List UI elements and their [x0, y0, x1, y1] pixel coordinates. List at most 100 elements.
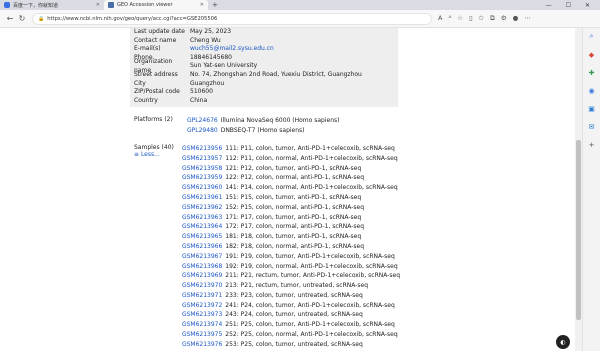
favorites-list-icon[interactable]: ✩ — [479, 14, 484, 23]
games-icon[interactable]: ◉ — [588, 87, 594, 95]
platforms-section: Platforms (2) GPL24676 Illumina NovaSeq 6… — [130, 116, 400, 136]
contact-value: Sun Yat-sen University — [190, 62, 258, 70]
sample-accession-link[interactable]: GSM6213956 — [182, 145, 222, 152]
contact-row: Country China — [134, 97, 398, 106]
refresh-icon[interactable]: ↻ — [16, 14, 28, 23]
sample-accession-link[interactable]: GSM6213964 — [182, 223, 222, 230]
item-description: Illumina NovaSeq 6000 (Homo sapiens) — [220, 117, 340, 125]
sample-accession-link[interactable]: GSM6213961 — [182, 194, 222, 201]
sample-row: GSM6213957 112: P11, colon, normal, Anti-… — [182, 154, 400, 164]
close-tab-icon[interactable]: ✕ — [96, 2, 100, 8]
samples-label: Samples (40) — [134, 143, 174, 151]
split-screen-icon[interactable]: ▯ — [469, 14, 473, 23]
sample-accession-link[interactable]: GSM6213974 — [182, 321, 222, 328]
sample-accession-link[interactable]: GSM6213969 — [182, 272, 222, 279]
profile-icon[interactable]: ● — [513, 14, 519, 23]
item-description: 251: P25, colon, tumor, Anti-PD-1+celeco… — [225, 321, 395, 329]
sample-row: GSM6213956 111: P11, colon, tumor, Anti-P… — [182, 144, 400, 154]
contact-key: ZIP/Postal code — [134, 88, 180, 96]
font-icon[interactable]: ᴬ — [448, 14, 451, 23]
item-description: 111: P11, colon, tumor, Anti-PD-1+celeco… — [225, 144, 395, 152]
sample-row: GSM6213973 243: P24, colon, tumor, untrea… — [182, 310, 400, 320]
contact-row: Last update date May 25, 2023 — [134, 28, 398, 37]
contact-value: No. 74, Zhongshan 2nd Road, Yuexiu Distr… — [190, 70, 362, 78]
less-link[interactable]: ≡ Less... — [134, 151, 182, 158]
sample-row: GSM6213975 252: P25, colon, normal, Anti-… — [182, 330, 400, 340]
collections-icon[interactable]: ⧉ — [490, 14, 495, 23]
vertical-scrollbar[interactable] — [575, 28, 582, 351]
floating-action-icon[interactable]: ◐ — [556, 335, 570, 349]
more-icon[interactable]: ⋯ — [524, 14, 531, 23]
outlook-icon[interactable]: ✉ — [589, 123, 595, 131]
maximize-icon[interactable]: ☐ — [566, 2, 571, 9]
sample-accession-link[interactable]: GSM6213976 — [182, 341, 222, 348]
shopping-icon[interactable]: ◆ — [589, 51, 594, 59]
sample-accession-link[interactable]: GSM6213967 — [182, 253, 222, 260]
email-link[interactable]: wuch55@mail2.sysu.edu.cn — [190, 45, 274, 54]
platforms-label: Platforms (2) — [134, 116, 173, 124]
minimize-icon[interactable]: — — [546, 2, 552, 9]
sample-accession-link[interactable]: GSM6213968 — [182, 263, 222, 270]
contact-key: Contact name — [134, 36, 177, 44]
extensions-icon[interactable]: ⚙ — [501, 14, 507, 23]
browser-toolbar: ← ↻ 🔒 https://www.ncbi.nlm.nih.gov/geo/q… — [0, 10, 600, 28]
samples-section: Samples (40) ≡ Less... GSM6213956 111: P1… — [130, 144, 400, 351]
new-tab-icon[interactable]: + — [212, 1, 218, 9]
contact-key: Country — [134, 96, 158, 104]
contact-key: Last update date — [134, 28, 185, 35]
contact-row: Street address No. 74, Zhongshan 2nd Road… — [134, 71, 398, 80]
sample-row: GSM6213976 253: P25, colon, tumor, untrea… — [182, 340, 400, 350]
sample-accession-link[interactable]: GSM6213962 — [182, 204, 222, 211]
read-aloud-icon[interactable]: A — [438, 14, 442, 23]
sample-accession-link[interactable]: GSM6213959 — [182, 174, 222, 181]
close-tab-icon[interactable]: ✕ — [200, 2, 204, 8]
sample-accession-link[interactable]: GSM6213966 — [182, 243, 222, 250]
item-description: 192: P19, colon, normal, Anti-PD-1+celec… — [225, 262, 398, 270]
favorite-icon[interactable]: ☆ — [457, 14, 463, 23]
sample-row: GSM6213959 122: P12, colon, normal, anti-… — [182, 173, 400, 183]
sample-row: GSM6213968 192: P19, colon, normal, Anti-… — [182, 262, 400, 272]
sample-accession-link[interactable]: GSM6213971 — [182, 292, 222, 299]
sample-accession-link[interactable]: GSM6213958 — [182, 165, 222, 172]
office-icon[interactable]: ▣ — [588, 105, 595, 113]
contact-panel: Last update date May 25, 2023 Contact name… — [130, 28, 398, 108]
contact-value: Cheng Wu — [190, 36, 221, 44]
sample-accession-link[interactable]: GSM6213960 — [182, 184, 222, 191]
item-description: 152: P15, colon, normal, anti-PD-1, scRN… — [225, 203, 365, 211]
item-description: 253: P25, colon, tumor, untreated, scRNA… — [225, 340, 363, 348]
tools-icon[interactable]: ✚ — [589, 69, 595, 77]
close-window-icon[interactable]: ✕ — [585, 2, 590, 9]
sample-row: GSM6213963 171: P17, colon, tumor, anti-P… — [182, 213, 400, 223]
item-description: 211: P21, rectum, tumor, Anti-PD-1+celec… — [225, 272, 400, 280]
sample-accession-link[interactable]: GSM6213957 — [182, 155, 222, 162]
item-description: 112: P11, colon, normal, Anti-PD-1+celec… — [225, 154, 398, 162]
sample-list: GSM6213956 111: P11, colon, tumor, Anti-P… — [182, 144, 400, 351]
tab-geo[interactable]: GEO Accession viewer ✕ — [104, 0, 208, 10]
add-icon[interactable]: + — [589, 141, 595, 149]
sample-row: GSM6213971 233: P23, colon, tumor, untrea… — [182, 291, 400, 301]
edge-sidebar: ⌕ ◆ ✚ ◉ ▣ ✉ + — [582, 28, 600, 351]
tab-baidu[interactable]: 百度一下，你就知道 ✕ — [0, 0, 104, 10]
sample-accession-link[interactable]: GSM6213963 — [182, 214, 222, 221]
search-icon[interactable]: ⌕ — [590, 32, 594, 41]
sample-accession-link[interactable]: GSM6213972 — [182, 302, 222, 309]
platform-accession-link[interactable]: GPL29480 — [187, 127, 218, 134]
sample-row: GSM6213960 141: P14, colon, normal, Anti-… — [182, 183, 400, 193]
toolbar-icons: A ᴬ ☆ ▯ ✩ ⧉ ⚙ ● ⋯ — [438, 14, 531, 23]
sample-accession-link[interactable]: GSM6213973 — [182, 311, 222, 318]
samples-label-block: Samples (40) ≡ Less... — [134, 144, 182, 351]
sample-accession-link[interactable]: GSM6213965 — [182, 233, 222, 240]
item-description: 241: P24, colon, tumor, Anti-PD-1+celeco… — [225, 301, 395, 309]
contact-value: 18846145680 — [190, 53, 232, 61]
item-description: 172: P17, colon, normal, anti-PD-1, scRN… — [225, 223, 365, 231]
sample-accession-link[interactable]: GSM6213975 — [182, 331, 222, 338]
sample-row: GSM6213962 152: P15, colon, normal, anti-… — [182, 203, 400, 213]
platform-accession-link[interactable]: GPL24676 — [187, 117, 218, 124]
back-icon[interactable]: ← — [4, 14, 16, 23]
sample-row: GSM6213966 182: P18, colon, normal, anti-… — [182, 242, 400, 252]
sample-accession-link[interactable]: GSM6213970 — [182, 282, 222, 289]
contact-row: Contact name Cheng Wu — [134, 37, 398, 46]
address-bar[interactable]: 🔒 https://www.ncbi.nlm.nih.gov/geo/query… — [32, 12, 432, 25]
window-controls: — ☐ ✕ — [546, 2, 600, 9]
scrollbar-thumb[interactable] — [576, 140, 581, 320]
